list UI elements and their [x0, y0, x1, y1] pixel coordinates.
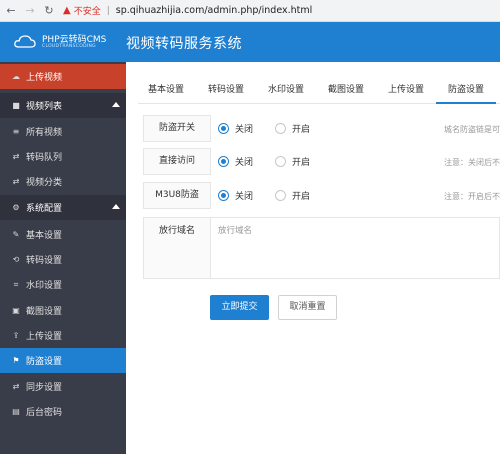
radio-label: 开启	[292, 192, 311, 202]
refresh-icon: ⟲	[12, 255, 20, 264]
radio-unchecked-icon	[275, 156, 286, 167]
sidebar-item-transcode-queue[interactable]: ⇄ 转码队列	[0, 144, 126, 169]
radio-direct-on[interactable]: 开启	[275, 155, 310, 168]
antitheft-hint: 城名防盗链是可	[444, 125, 500, 134]
gear-icon: ⚙	[12, 203, 20, 212]
sidebar-item-video-category[interactable]: ⇄ 视频分类	[0, 169, 126, 194]
radio-label: 关闭	[235, 125, 254, 135]
submit-button[interactable]: 立即提交	[210, 295, 269, 320]
sidebar-item-all-videos[interactable]: ≡ 所有视频	[0, 119, 126, 144]
sidebar-group-label: 系统配置	[26, 204, 63, 214]
lock-icon: ▤	[12, 407, 20, 416]
forward-icon[interactable]: →	[22, 4, 38, 17]
divider: |	[106, 5, 110, 16]
sidebar-item-label: 所有视频	[26, 128, 63, 138]
edit-icon: ✎	[12, 230, 20, 239]
browser-toolbar: ← → ↻ ▲ 不安全 | sp.qihuazhijia.com/admin.p…	[0, 0, 500, 22]
sidebar-item-label: 基本设置	[26, 231, 63, 241]
m3u8-label: M3U8防盗	[143, 182, 211, 209]
sidebar-item-sync[interactable]: ⇄ 同步设置	[0, 374, 126, 399]
tab-upload[interactable]: 上传设置	[388, 70, 424, 104]
upload-icon: ⇪	[12, 331, 20, 340]
cloud-icon	[14, 35, 36, 48]
m3u8-hint: 注意：开启后不	[444, 192, 500, 201]
sidebar-item-antitheft[interactable]: ⚑ 防盗设置	[0, 348, 126, 373]
back-icon[interactable]: ←	[3, 4, 19, 17]
tab-basic[interactable]: 基本设置	[148, 70, 184, 104]
flag-icon: ⚑	[12, 356, 20, 365]
radio-label: 开启	[292, 125, 311, 135]
sidebar-item-label: 截图设置	[26, 307, 63, 317]
radio-antitheft-off[interactable]: 关闭	[218, 122, 253, 135]
sidebar-item-label: 水印设置	[26, 281, 63, 291]
radio-checked-icon	[218, 123, 229, 134]
swap-icon: ⇄	[12, 152, 20, 161]
radio-checked-icon	[218, 190, 229, 201]
sidebar-item-label: 转码队列	[26, 153, 63, 163]
security-label: 不安全	[73, 7, 101, 17]
sidebar-item-label: 视频分类	[26, 178, 63, 188]
sidebar: ☁ 上传视频 ■ 视频列表 ≡ 所有视频 ⇄ 转码队列 ⇄ 视频分类 ⚙ 系统配…	[0, 62, 126, 454]
address-bar[interactable]: ▲ 不安全 | sp.qihuazhijia.com/admin.php/ind…	[63, 2, 312, 20]
sidebar-item-transcode[interactable]: ⟲ 转码设置	[0, 247, 126, 272]
sidebar-item-label: 后台密码	[26, 408, 63, 418]
tab-transcode[interactable]: 转码设置	[208, 70, 244, 104]
radio-antitheft-on[interactable]: 开启	[275, 122, 310, 135]
radio-checked-icon	[218, 156, 229, 167]
url-text[interactable]: sp.qihuazhijia.com/admin.php/index.html	[116, 5, 313, 16]
sidebar-item-basic[interactable]: ✎ 基本设置	[0, 222, 126, 247]
cloud-upload-icon: ☁	[12, 72, 20, 81]
sidebar-item-watermark[interactable]: ⌗ 水印设置	[0, 272, 126, 297]
settings-tabs: 基本设置 转码设置 水印设置 截图设置 上传设置 防盗设置	[138, 70, 500, 104]
list-icon: ≡	[12, 127, 20, 136]
sidebar-item-upload-settings[interactable]: ⇪ 上传设置	[0, 323, 126, 348]
sidebar-item-label: 上传设置	[26, 332, 63, 342]
sidebar-item-label: 转码设置	[26, 256, 63, 266]
direct-access-hint: 注意：关闭后不	[444, 158, 500, 167]
reload-icon[interactable]: ↻	[41, 4, 57, 17]
sidebar-item-password[interactable]: ▤ 后台密码	[0, 399, 126, 424]
video-icon: ■	[12, 101, 20, 110]
radio-label: 关闭	[235, 158, 254, 168]
crop-icon: ⌗	[13, 279, 19, 289]
logo[interactable]: PHP云转码CMS CLOUDTRANSCODING	[12, 28, 122, 56]
direct-access-label: 直接访问	[143, 148, 211, 175]
sidebar-group-video[interactable]: ■ 视频列表	[0, 93, 126, 118]
tab-screenshot[interactable]: 截图设置	[328, 70, 364, 104]
radio-label: 关闭	[235, 192, 254, 202]
sidebar-item-upload[interactable]: ☁ 上传视频	[0, 64, 126, 89]
radio-m3u8-off[interactable]: 关闭	[218, 189, 253, 202]
app-title: 视频转码服务系统	[126, 36, 242, 52]
sidebar-item-screenshot[interactable]: ▣ 截图设置	[0, 298, 126, 323]
antitheft-switch-label: 防盗开关	[143, 115, 211, 142]
radio-unchecked-icon	[275, 123, 286, 134]
tab-antitheft[interactable]: 防盗设置	[436, 70, 497, 104]
radio-direct-off[interactable]: 关闭	[218, 155, 253, 168]
tab-watermark[interactable]: 水印设置	[268, 70, 304, 104]
sidebar-item-label: 同步设置	[26, 383, 63, 393]
radio-unchecked-icon	[275, 190, 286, 201]
swap-icon: ⇄	[12, 177, 20, 186]
sidebar-item-label: 防盗设置	[26, 357, 63, 367]
chevron-up-icon	[112, 102, 120, 107]
radio-label: 开启	[292, 158, 311, 168]
image-icon: ▣	[12, 306, 20, 315]
domain-textarea[interactable]: 放行域名	[210, 217, 500, 279]
radio-m3u8-on[interactable]: 开启	[275, 189, 310, 202]
sidebar-item-label: 上传视频	[26, 73, 63, 83]
reset-button[interactable]: 取消重置	[278, 295, 337, 320]
sidebar-group-label: 视频列表	[26, 102, 63, 112]
logo-subtitle: CLOUDTRANSCODING	[42, 44, 96, 49]
warning-icon: ▲	[63, 5, 71, 16]
domain-label: 放行域名	[143, 217, 211, 279]
chevron-up-icon	[112, 204, 120, 209]
swap-icon: ⇄	[12, 382, 20, 391]
app-header: PHP云转码CMS CLOUDTRANSCODING 视频转码服务系统	[0, 22, 500, 62]
sidebar-group-config[interactable]: ⚙ 系统配置	[0, 195, 126, 220]
